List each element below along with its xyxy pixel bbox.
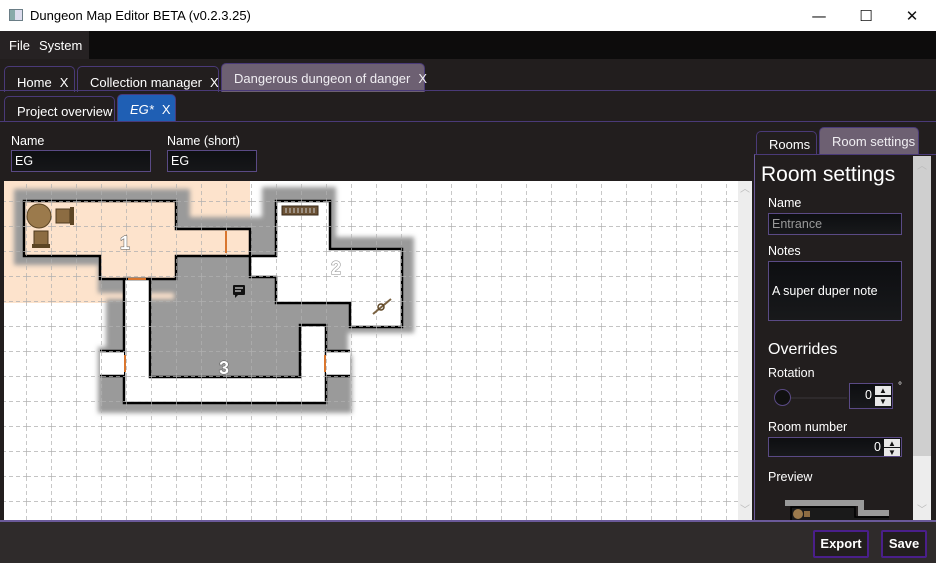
tab-home[interactable]: Home X <box>4 66 75 92</box>
close-tab-icon[interactable]: X <box>210 75 219 90</box>
tab-label: Collection manager <box>90 75 203 90</box>
close-tab-icon[interactable]: X <box>60 75 69 90</box>
increment-icon[interactable]: ▲ <box>875 386 891 395</box>
tab-dangerous-dungeon[interactable]: Dangerous dungeon of danger X <box>221 63 427 92</box>
bookshelf-icon <box>281 205 319 216</box>
overrides-heading: Overrides <box>768 341 838 358</box>
rotation-slider-knob[interactable] <box>774 389 791 406</box>
tab-label: Project overview <box>17 104 113 119</box>
scroll-down-icon[interactable]: ﹀ <box>915 504 929 518</box>
divider <box>0 121 936 122</box>
menu-file[interactable]: File <box>0 31 30 59</box>
preview-label: Preview <box>768 470 813 484</box>
panel-scroll-thumb[interactable] <box>913 156 931 456</box>
export-button[interactable]: Export <box>813 530 869 558</box>
maximize-icon: ☐ <box>859 6 873 25</box>
short-name-label: Name (short) <box>167 134 240 148</box>
tab-label: Room settings <box>832 134 916 149</box>
decrement-icon[interactable]: ▼ <box>884 448 900 457</box>
tab-label: EG* <box>130 102 154 117</box>
map-vertical-scrollbar[interactable]: ︿ ﹀ <box>738 181 752 520</box>
grid <box>4 181 738 520</box>
main-tab-bar: Home X Collection manager X Dangerous dung… <box>0 59 936 92</box>
scroll-down-icon[interactable]: ﹀ <box>738 504 752 518</box>
short-name-input[interactable]: EG <box>167 150 257 172</box>
panel-title: Room settings <box>761 163 896 186</box>
scroll-up-icon[interactable]: ︿ <box>738 183 752 197</box>
rotation-value: 0 <box>865 388 872 402</box>
room-number-1: 1 <box>120 233 130 253</box>
close-tab-icon[interactable]: X <box>162 102 171 117</box>
title-bar: Dungeon Map Editor BETA (v0.2.3.25) — ☐ … <box>0 0 936 31</box>
room-preview <box>785 500 889 520</box>
panel-vertical-scrollbar[interactable]: ︿ ﹀ <box>913 156 931 520</box>
close-icon: ✕ <box>905 6 919 25</box>
room-settings-panel: Room settings Name Entrance Notes A supe… <box>754 154 936 520</box>
scroll-up-icon[interactable]: ︿ <box>915 160 929 174</box>
room-number-2: 2 <box>331 258 341 278</box>
increment-icon[interactable]: ▲ <box>884 439 900 448</box>
app-icon <box>9 9 23 21</box>
tab-eg[interactable]: EG* X <box>117 94 176 121</box>
tab-room-settings[interactable]: Room settings <box>819 127 919 155</box>
project-tab-bar: Project overview EG* X <box>0 91 936 121</box>
close-window-button[interactable]: ✕ <box>889 0 935 31</box>
notes-textarea[interactable]: A super duper note <box>768 261 902 321</box>
decrement-icon[interactable]: ▼ <box>875 397 891 406</box>
chair-icon <box>32 230 50 248</box>
name-input[interactable]: EG <box>11 150 151 172</box>
room-name-label: Name <box>768 196 802 210</box>
room-number-3: 3 <box>219 358 229 378</box>
room-number-stepper[interactable]: 0 ▲ ▼ <box>768 437 902 457</box>
map-svg[interactable]: 1 2 3 <box>4 181 738 520</box>
chair-icon <box>55 207 74 225</box>
maximize-button[interactable]: ☐ <box>843 0 889 31</box>
tab-label: Rooms <box>769 137 811 152</box>
room-number-label: Room number <box>768 420 848 434</box>
tab-label: Dangerous dungeon of danger <box>234 71 411 86</box>
round-table-icon <box>26 203 52 229</box>
minimize-button[interactable]: — <box>796 0 842 31</box>
round-table-icon <box>793 509 803 519</box>
room-number-value: 0 <box>874 440 881 454</box>
close-tab-icon[interactable]: X <box>418 71 427 86</box>
rotation-slider-track[interactable] <box>791 397 847 399</box>
save-button[interactable]: Save <box>881 530 927 558</box>
menu-bar: File System <box>0 31 936 59</box>
tab-collection-manager[interactable]: Collection manager X <box>77 66 219 92</box>
notes-label: Notes <box>768 244 801 258</box>
rotation-label: Rotation <box>768 366 815 380</box>
rotation-stepper[interactable]: 0 ▲ ▼ <box>849 383 893 409</box>
tab-label: Home <box>17 75 52 90</box>
room-name-input[interactable]: Entrance <box>768 213 902 235</box>
footer-bar: Export Save <box>0 520 936 563</box>
map-canvas[interactable]: 1 2 3 <box>4 181 738 520</box>
minimize-icon: — <box>811 6 827 25</box>
menu-system[interactable]: System <box>30 31 82 59</box>
name-label: Name <box>11 134 45 148</box>
tab-rooms[interactable]: Rooms <box>756 131 817 155</box>
chair-icon <box>804 511 810 517</box>
tab-project-overview[interactable]: Project overview <box>4 96 115 121</box>
degree-unit: ° <box>898 381 902 392</box>
window-title: Dungeon Map Editor BETA (v0.2.3.25) <box>30 8 251 23</box>
